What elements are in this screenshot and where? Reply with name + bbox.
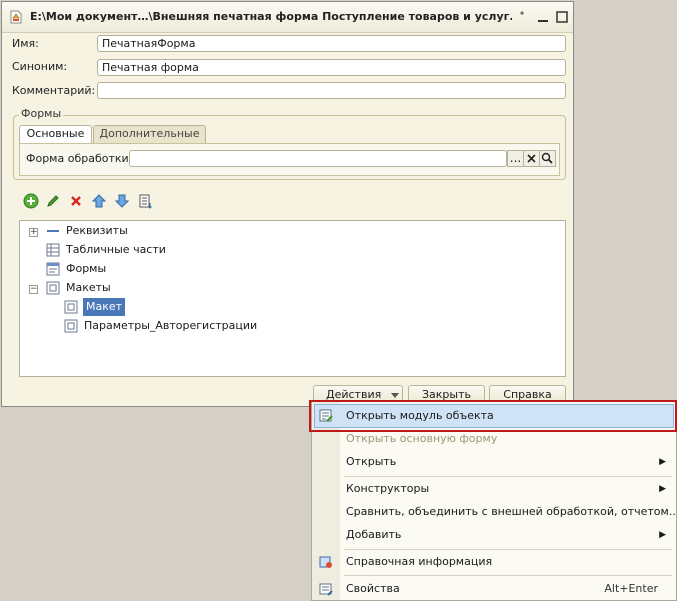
close-icon[interactable] bbox=[573, 9, 589, 25]
menu-item-label: Сравнить, объединить с внешней обработко… bbox=[346, 505, 677, 518]
collapse-templates-icon[interactable]: − bbox=[29, 285, 38, 294]
forms-icon bbox=[46, 262, 60, 276]
expand-attributes-icon[interactable]: + bbox=[29, 228, 38, 237]
search-icon bbox=[541, 152, 553, 164]
shortcut-label: Alt+Enter bbox=[604, 582, 658, 595]
sort-icon[interactable] bbox=[137, 193, 153, 209]
edit-icon[interactable] bbox=[45, 193, 61, 209]
menu-separator bbox=[344, 476, 672, 477]
tree-item-label: Табличные части bbox=[66, 243, 166, 256]
processing-icon bbox=[10, 10, 22, 24]
delete-icon[interactable] bbox=[68, 193, 84, 209]
menu-item-constructors[interactable]: Конструкторы ▶ bbox=[312, 478, 676, 500]
chevron-down-icon bbox=[391, 393, 399, 398]
tree-item-label: Макеты bbox=[66, 281, 111, 294]
templates-icon bbox=[46, 281, 60, 295]
tab-additional[interactable]: Дополнительные bbox=[93, 125, 206, 143]
tree-item-label: Макет bbox=[83, 298, 126, 316]
menu-item-add[interactable]: Добавить ▶ bbox=[312, 524, 676, 546]
move-up-icon[interactable] bbox=[91, 193, 107, 209]
open-form-button[interactable] bbox=[539, 150, 556, 167]
comment-label: Комментарий: bbox=[12, 84, 96, 97]
tree-item-label: Параметры_Авторегистрации bbox=[84, 319, 258, 332]
properties-icon bbox=[319, 583, 333, 596]
clear-button[interactable] bbox=[523, 150, 540, 167]
name-field[interactable]: ПечатнаяФорма bbox=[97, 35, 566, 52]
pin-icon[interactable]: ᐩ bbox=[514, 9, 530, 25]
menu-item-label: Справочная информация bbox=[346, 555, 493, 568]
name-label: Имя: bbox=[12, 37, 39, 50]
menu-item-label: Конструкторы bbox=[346, 482, 430, 495]
menu-item-label: Свойства bbox=[346, 582, 400, 595]
processing-form-label: Форма обработки: bbox=[26, 152, 133, 165]
menu-item-compare-merge[interactable]: Сравнить, объединить с внешней обработко… bbox=[312, 501, 677, 523]
move-down-icon[interactable] bbox=[114, 193, 130, 209]
tree-item-label: Реквизиты bbox=[66, 224, 128, 237]
submenu-arrow-icon: ▶ bbox=[659, 484, 666, 494]
highlight-annotation-frame bbox=[309, 400, 677, 432]
structure-tree[interactable]: + Реквизиты Табличные части Формы − Маке… bbox=[19, 220, 566, 377]
comment-field[interactable] bbox=[97, 82, 566, 99]
menu-item-reference-info[interactable]: Справочная информация bbox=[312, 551, 676, 573]
template-icon bbox=[64, 300, 78, 314]
clear-icon bbox=[527, 154, 536, 163]
submenu-arrow-icon: ▶ bbox=[659, 457, 666, 467]
submenu-arrow-icon: ▶ bbox=[659, 530, 666, 540]
menu-separator bbox=[344, 575, 672, 576]
menu-item-open[interactable]: Открыть ▶ bbox=[312, 451, 676, 473]
minimize-icon[interactable] bbox=[535, 9, 551, 25]
forms-group-title: Формы bbox=[19, 107, 64, 120]
template-icon bbox=[64, 319, 78, 333]
maximize-icon[interactable] bbox=[554, 9, 570, 25]
attributes-icon bbox=[47, 230, 59, 232]
title-bar[interactable]: E:\Мои документ…\Внешняя печатная форма … bbox=[2, 2, 573, 33]
add-icon[interactable] bbox=[23, 193, 39, 209]
synonym-label: Синоним: bbox=[12, 60, 68, 73]
select-button[interactable]: ... bbox=[507, 150, 524, 167]
menu-item-label: Добавить bbox=[346, 528, 402, 541]
menu-item-properties[interactable]: Свойства Alt+Enter bbox=[312, 578, 676, 600]
menu-separator bbox=[344, 549, 672, 550]
epf-window: E:\Мои документ…\Внешняя печатная форма … bbox=[1, 1, 574, 407]
processing-form-field[interactable] bbox=[129, 150, 507, 167]
tab-main[interactable]: Основные bbox=[19, 125, 92, 143]
help-info-icon bbox=[319, 556, 332, 568]
tabular-sections-icon bbox=[46, 243, 60, 257]
window-title: E:\Мои документ…\Внешняя печатная форма … bbox=[30, 10, 512, 23]
menu-item-label: Открыть bbox=[346, 455, 397, 468]
tree-item-label: Формы bbox=[66, 262, 107, 275]
synonym-field[interactable]: Печатная форма bbox=[97, 59, 566, 76]
